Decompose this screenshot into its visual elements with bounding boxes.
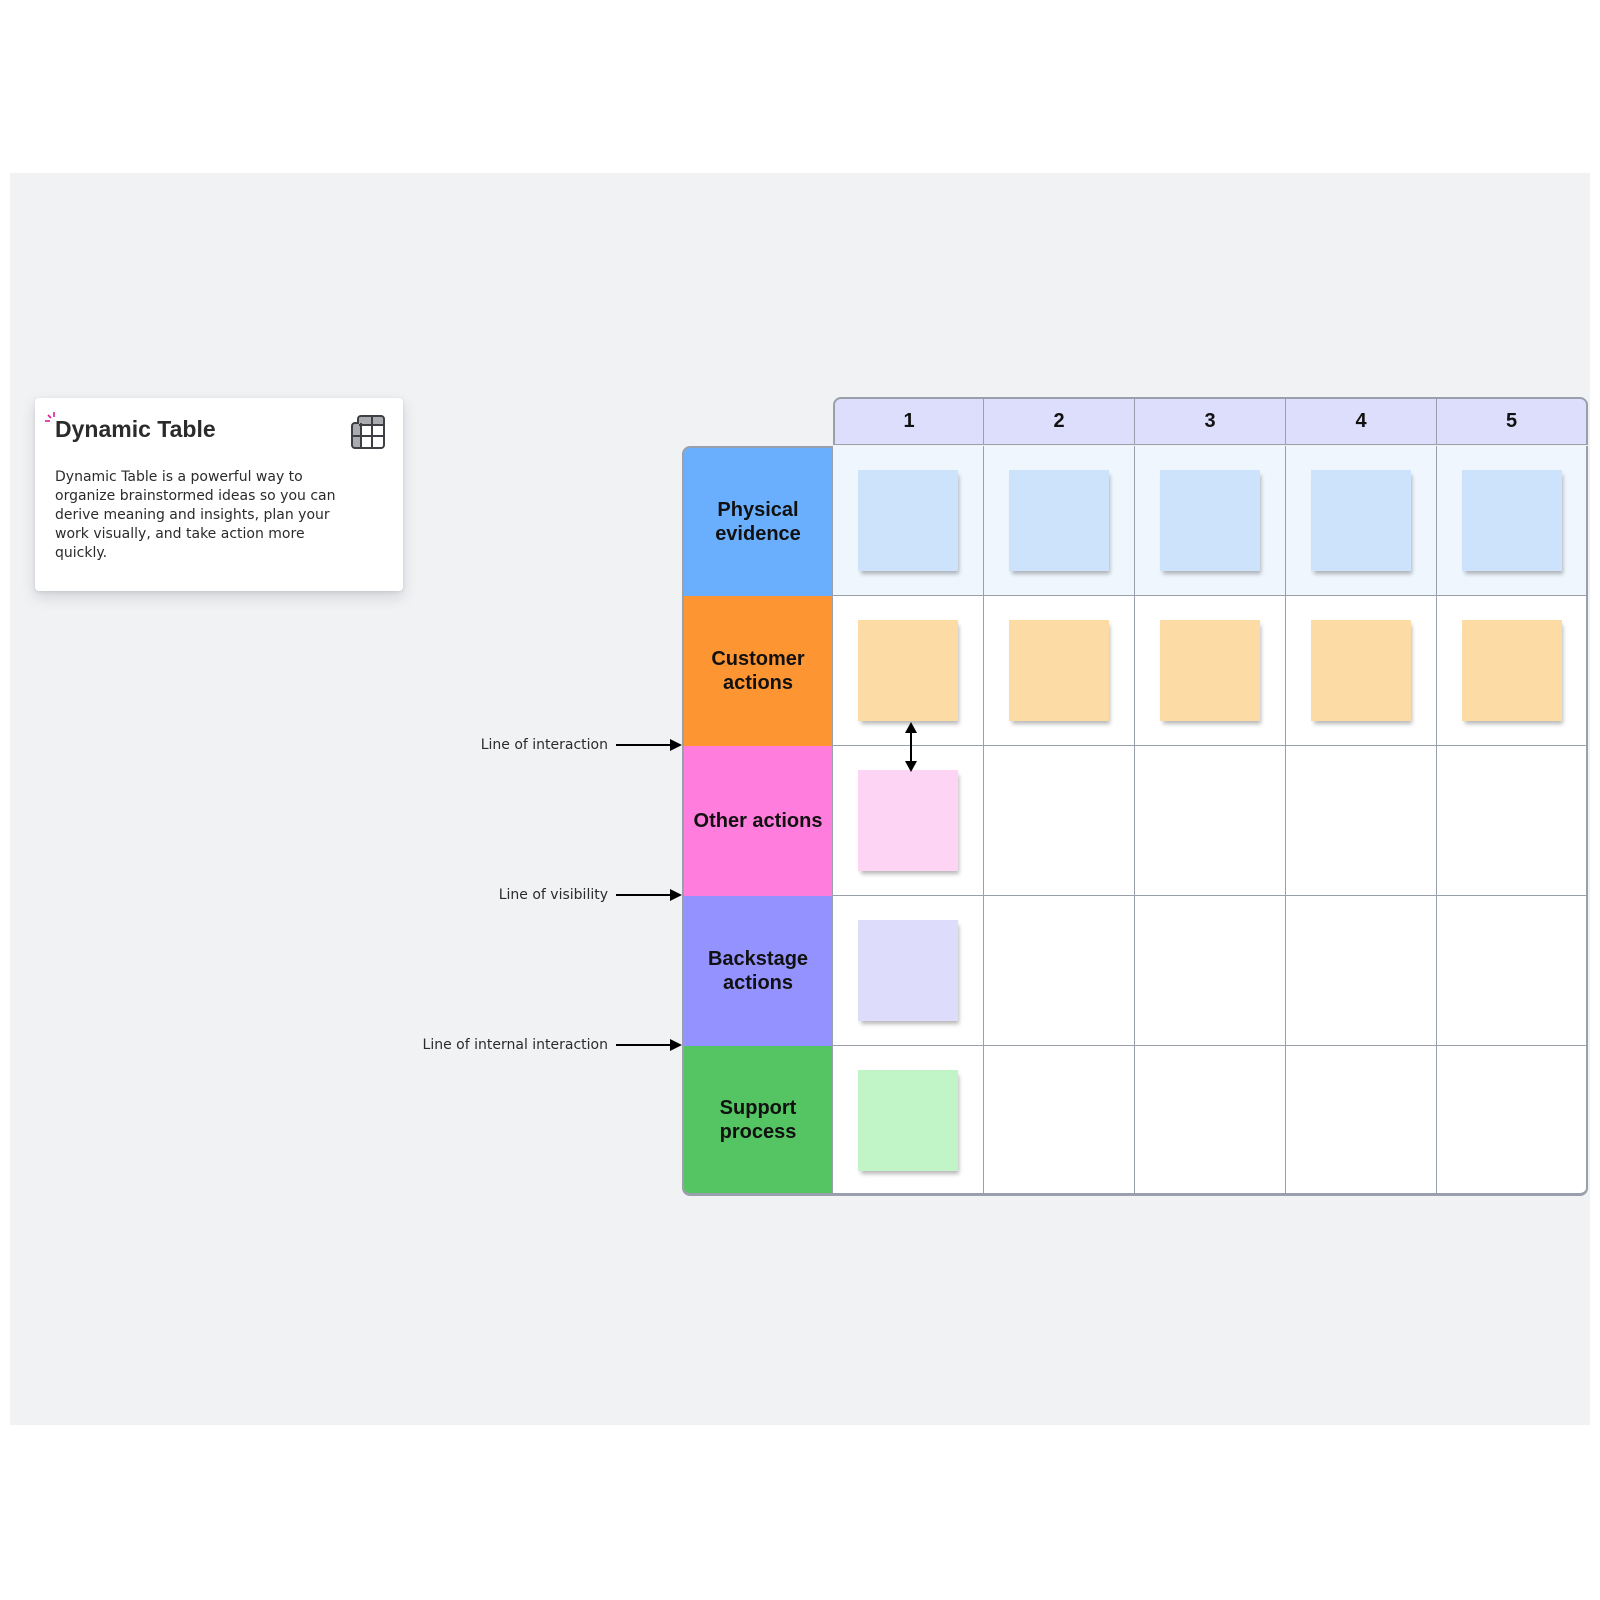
column-header-3[interactable]: 3 <box>1135 397 1286 445</box>
sticky-note[interactable] <box>1009 620 1109 721</box>
sticky-note[interactable] <box>858 620 958 721</box>
sticky-note[interactable] <box>1160 470 1260 571</box>
sticky-note[interactable] <box>858 770 958 871</box>
row-header[interactable]: Customer actions <box>682 596 833 746</box>
arrow-right-icon <box>616 889 682 901</box>
column-header-4[interactable]: 4 <box>1286 397 1437 445</box>
sticky-note[interactable] <box>1009 470 1109 571</box>
sticky-note[interactable] <box>858 470 958 571</box>
sticky-note[interactable] <box>1160 620 1260 721</box>
row-header[interactable]: Support process <box>682 1046 833 1196</box>
table-cell[interactable] <box>1286 446 1437 596</box>
table-row: Physical evidence <box>682 446 1588 596</box>
table-cell[interactable] <box>833 896 984 1046</box>
table-cell[interactable] <box>1135 896 1286 1046</box>
row-header[interactable]: Physical evidence <box>682 446 833 596</box>
column-header-row: 1 2 3 4 5 <box>833 397 1588 446</box>
table-row: Other actions <box>682 746 1588 896</box>
table-cell[interactable] <box>833 1046 984 1196</box>
sticky-note[interactable] <box>858 1070 958 1171</box>
table-row: Backstage actions <box>682 896 1588 1046</box>
annotation-label: Line of internal interaction <box>422 1037 608 1053</box>
sticky-note[interactable] <box>1462 470 1562 571</box>
table-cell[interactable] <box>984 596 1135 746</box>
dynamic-table-info-card[interactable]: Dynamic Table Dynamic Table is a powerfu… <box>35 398 403 591</box>
table-body: Physical evidence Customer actions Other a… <box>682 446 1588 1196</box>
table-cell[interactable] <box>833 446 984 596</box>
card-title: Dynamic Table <box>55 416 216 442</box>
table-cell[interactable] <box>1286 746 1437 896</box>
sticky-note[interactable] <box>1311 470 1411 571</box>
table-cell[interactable] <box>984 896 1135 1046</box>
table-cell[interactable] <box>1135 446 1286 596</box>
table-cell[interactable] <box>1135 746 1286 896</box>
annotation-line-of-visibility: Line of visibility <box>499 887 682 903</box>
table-row: Support process <box>682 1046 1588 1196</box>
arrow-right-icon <box>616 1039 682 1051</box>
table-cell[interactable] <box>984 446 1135 596</box>
annotation-line-of-interaction: Line of interaction <box>481 737 682 753</box>
annotation-line-of-internal-interaction: Line of internal interaction <box>423 1037 682 1053</box>
table-cell[interactable] <box>1135 596 1286 746</box>
annotation-label: Line of interaction <box>480 737 608 753</box>
row-header[interactable]: Other actions <box>682 746 833 896</box>
double-arrow-vertical-icon[interactable] <box>904 722 918 772</box>
column-header-1[interactable]: 1 <box>833 397 984 445</box>
annotation-label: Line of visibility <box>498 887 608 903</box>
table-cell[interactable] <box>1437 596 1588 746</box>
arrow-right-icon <box>616 739 682 751</box>
column-header-2[interactable]: 2 <box>984 397 1135 445</box>
table-cell[interactable] <box>1286 596 1437 746</box>
sticky-note[interactable] <box>1462 620 1562 721</box>
row-header[interactable]: Backstage actions <box>682 896 833 1046</box>
table-cell[interactable] <box>1286 1046 1437 1196</box>
table-grid-icon <box>351 415 385 449</box>
table-cell[interactable] <box>1437 446 1588 596</box>
table-cell[interactable] <box>1286 896 1437 1046</box>
table-cell[interactable] <box>1135 1046 1286 1196</box>
sticky-note[interactable] <box>858 920 958 1021</box>
column-header-5[interactable]: 5 <box>1437 397 1588 445</box>
table-cell[interactable] <box>1437 896 1588 1046</box>
table-cell[interactable] <box>984 1046 1135 1196</box>
table-cell[interactable] <box>984 746 1135 896</box>
card-description: Dynamic Table is a powerful way to organ… <box>55 469 336 561</box>
table-cell[interactable] <box>1437 1046 1588 1196</box>
table-cell[interactable] <box>1437 746 1588 896</box>
table-row: Customer actions <box>682 596 1588 746</box>
sticky-note[interactable] <box>1311 620 1411 721</box>
